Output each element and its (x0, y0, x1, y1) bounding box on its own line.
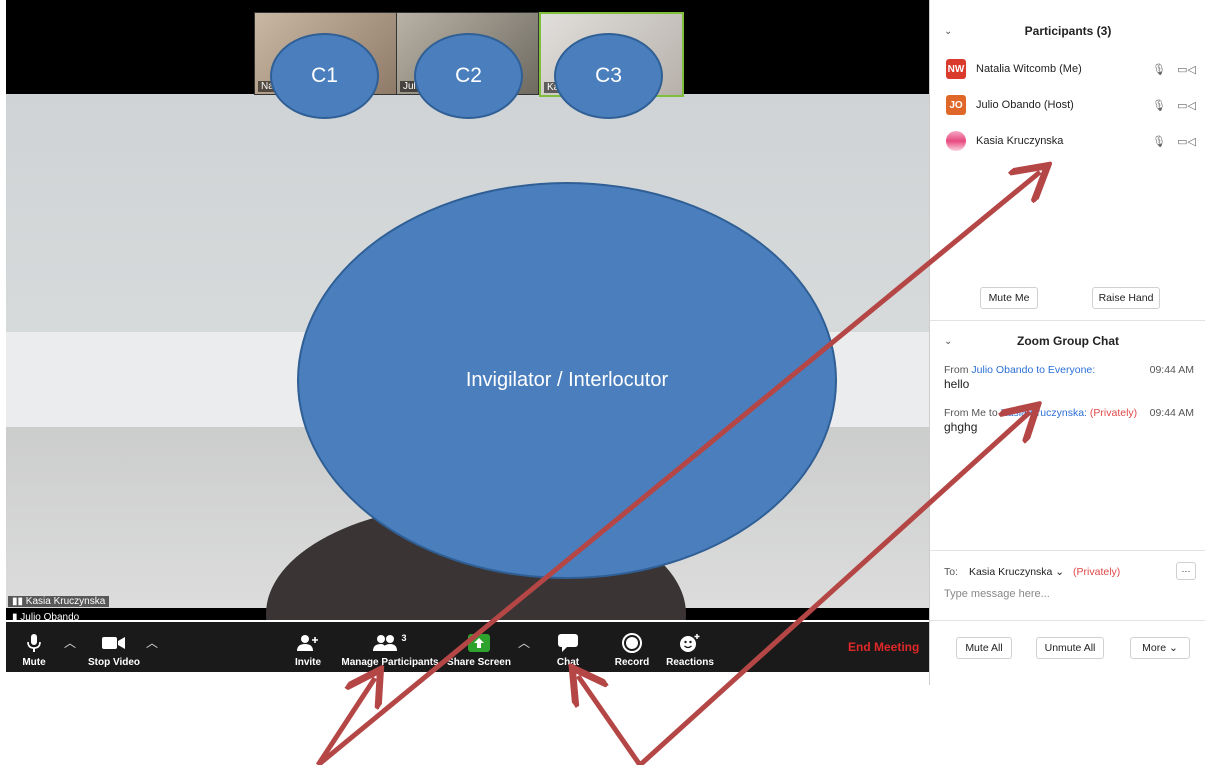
reactions-label: Reactions (666, 657, 714, 668)
avatar (946, 131, 966, 151)
chat-message-text: hello (944, 377, 970, 391)
record-label: Record (614, 657, 650, 668)
chat-timestamp: 09:44 AM (1149, 364, 1194, 376)
end-meeting-button[interactable]: End Meeting (848, 640, 919, 654)
participant-name: Julio Obando (Host) (976, 99, 1074, 111)
mute-me-button[interactable]: Mute Me (980, 287, 1038, 309)
manage-participants-label: Manage Participants (341, 657, 439, 668)
video-camera-icon[interactable]: ▭◁ (1177, 135, 1196, 148)
privately-tag: (Privately) (1073, 566, 1121, 578)
recipient-value: Kasia Kruczynska (968, 566, 1053, 578)
record-button[interactable]: Record (612, 622, 652, 672)
microphone-icon[interactable]: 🎙︎ (1152, 135, 1166, 148)
chat-recipient: to Everyone: (1036, 364, 1096, 376)
participant-row[interactable]: Kasia Kruczynska 🎙︎ ▭◁ (946, 130, 1196, 152)
chat-from: From (944, 364, 969, 376)
reactions-button[interactable]: Reactions (662, 622, 718, 672)
arrow-to-chat-button (578, 676, 643, 765)
speaker-name: Kasia Kruczynska (25, 596, 106, 607)
invite-label: Invite (294, 657, 322, 668)
privately-tag: (Privately) (1089, 407, 1138, 419)
meeting-toolbar: Mute ︿ Stop Video ︿ Invite 3 Manage Part… (6, 622, 929, 672)
unmute-all-button[interactable]: Unmute All (1036, 637, 1104, 659)
speaker-name: Julio Obando (20, 612, 80, 620)
divider (930, 320, 1205, 321)
to-label: To: (944, 566, 959, 578)
mute-all-button[interactable]: Mute All (956, 637, 1012, 659)
chat-timestamp: 09:44 AM (1149, 407, 1194, 419)
share-screen-button[interactable]: Share Screen (446, 622, 512, 672)
participant-count-badge: 3 (401, 633, 407, 643)
chat-sender[interactable]: Kasia Kruczynska: (1001, 407, 1087, 419)
mute-label: Mute (22, 657, 46, 668)
chat-message-header: From Julio Obando to Everyone: (944, 364, 1095, 376)
chat-button[interactable]: Chat (548, 622, 588, 672)
invite-button[interactable]: Invite (286, 622, 330, 672)
annotation-invigilator: Invigilator / Interlocutor (297, 182, 837, 579)
secondary-speaker-label: ▮ Julio Obando (8, 612, 84, 620)
chat-from: From Me to (944, 407, 998, 419)
chevron-up-icon[interactable]: ︿ (518, 634, 530, 651)
more-button[interactable]: More ⌄ (1130, 637, 1190, 659)
signal-icon: ▮▮ (12, 596, 26, 607)
annotation-c2: C2 (414, 33, 523, 119)
smiley-plus-icon (679, 632, 701, 654)
avatar: NW (946, 59, 966, 79)
microphone-icon[interactable]: 🎙︎ (1152, 63, 1166, 76)
add-person-icon (297, 632, 319, 654)
mute-button[interactable]: Mute (14, 622, 54, 672)
chat-sender[interactable]: Julio Obando (971, 364, 1033, 376)
more-options-button[interactable]: ··· (1176, 562, 1196, 580)
record-icon (622, 632, 642, 654)
stop-video-button[interactable]: Stop Video (84, 622, 144, 672)
chat-to-row: To: Kasia Kruczynska ⌄ (Privately) (944, 566, 1120, 578)
participant-name: Natalia Witcomb (Me) (976, 63, 1082, 75)
share-screen-icon (468, 632, 490, 654)
chat-bubble-icon (558, 632, 578, 654)
share-screen-label: Share Screen (447, 657, 511, 668)
divider (930, 550, 1205, 551)
chat-label: Chat (556, 657, 580, 668)
recipient-dropdown[interactable]: Kasia Kruczynska ⌄ (969, 566, 1064, 578)
chat-input[interactable]: Type message here... (944, 588, 1050, 600)
active-speaker-label: ▮▮ Kasia Kruczynska (8, 596, 110, 607)
raise-hand-button[interactable]: Raise Hand (1092, 287, 1160, 309)
chat-message-header: From Me to Kasia Kruczynska: (Privately) (944, 407, 1137, 419)
more-label: More (1142, 642, 1167, 654)
participant-row[interactable]: NW Natalia Witcomb (Me) 🎙︎ ▭◁ (946, 58, 1196, 80)
annotation-c3: C3 (554, 33, 663, 119)
video-camera-icon (102, 632, 126, 654)
avatar: JO (946, 95, 966, 115)
annotation-c1: C1 (270, 33, 379, 119)
arrow-to-manage-participants (315, 678, 375, 765)
participant-name: Kasia Kruczynska (976, 135, 1064, 147)
chevron-up-icon[interactable]: ︿ (64, 634, 76, 651)
divider (930, 620, 1205, 621)
chat-title: Zoom Group Chat (1017, 334, 1119, 348)
microphone-icon (27, 632, 41, 654)
stop-video-label: Stop Video (87, 657, 141, 668)
chevron-up-icon[interactable]: ︿ (146, 634, 158, 651)
video-camera-icon[interactable]: ▭◁ (1177, 99, 1196, 112)
microphone-icon[interactable]: 🎙︎ (1152, 99, 1166, 112)
participant-row[interactable]: JO Julio Obando (Host) 🎙︎ ▭◁ (946, 94, 1196, 116)
side-panel: ⌄ Participants (3) NW Natalia Witcomb (M… (929, 0, 1205, 685)
participants-icon: 3 (373, 632, 407, 654)
chat-message-text: ghghg (944, 420, 978, 434)
video-camera-icon[interactable]: ▭◁ (1177, 63, 1196, 76)
participants-title: Participants (3) (1024, 24, 1112, 38)
manage-participants-button[interactable]: 3 Manage Participants (340, 622, 440, 672)
